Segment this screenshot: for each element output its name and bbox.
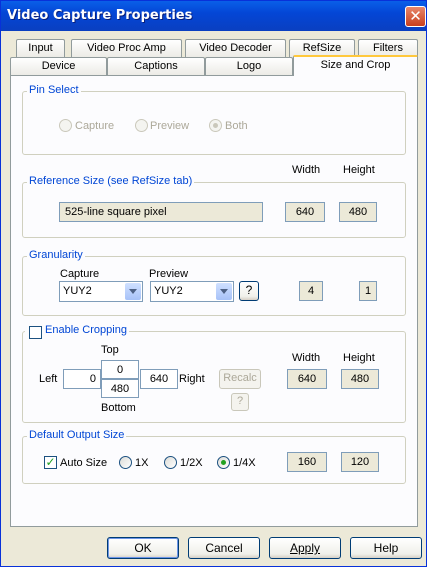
output-half-radio[interactable] [164, 456, 177, 469]
output-height-field: 120 [341, 452, 379, 472]
close-icon: ✕ [409, 7, 422, 25]
apply-button[interactable]: Apply [269, 537, 341, 559]
granularity-help-button[interactable]: ? [239, 281, 259, 301]
reference-height-field: 480 [339, 202, 377, 222]
crop-top-label: Top [101, 344, 119, 356]
reference-size-label: Reference Size (see RefSize tab) [27, 175, 195, 187]
chevron-down-icon [125, 283, 141, 300]
crop-left-field[interactable]: 0 [63, 369, 101, 389]
auto-size-label: Auto Size [60, 457, 108, 469]
crop-width-field: 640 [287, 369, 327, 389]
pin-preview-radio[interactable] [135, 119, 148, 132]
crop-left-label: Left [39, 373, 58, 385]
crop-right-label: Right [179, 373, 205, 385]
granularity-height-field: 1 [359, 281, 377, 301]
reference-size-group: Reference Size (see RefSize tab) 525-lin… [22, 175, 406, 238]
tab-video-decoder[interactable]: Video Decoder [185, 39, 286, 57]
pin-select-group: Pin Select Capture Preview Both [22, 84, 406, 155]
crop-top-field[interactable]: 0 [101, 360, 139, 379]
recalc-button[interactable]: Recalc [219, 369, 261, 389]
close-button[interactable]: ✕ [405, 6, 426, 27]
default-output-size-group: Default Output Size ✓ Auto Size 1X 1/2X … [22, 429, 406, 484]
output-quarter-label: 1/4X [233, 457, 256, 469]
help-button[interactable]: Help [350, 537, 422, 559]
crop-help-button[interactable]: ? [231, 393, 249, 411]
tab-input[interactable]: Input [16, 39, 65, 57]
reference-format-field: 525-line square pixel [59, 202, 263, 222]
chevron-down-icon [216, 283, 232, 300]
pin-preview-label: Preview [150, 120, 190, 132]
pin-select-label: Pin Select [27, 84, 81, 96]
pin-both-label: Both [225, 120, 248, 132]
crop-height-field: 480 [341, 369, 379, 389]
tab-panel: Pin Select Capture Preview Both Width He… [10, 75, 418, 527]
pin-both-radio[interactable] [209, 119, 222, 132]
granularity-label: Granularity [27, 249, 85, 261]
tab-captions[interactable]: Captions [107, 57, 205, 75]
reference-height-header: Height [343, 164, 375, 176]
pin-capture-label: Capture [75, 120, 115, 132]
reference-width-field: 640 [285, 202, 325, 222]
granularity-width-field: 4 [299, 281, 323, 301]
tab-logo[interactable]: Logo [205, 57, 293, 75]
pin-capture-radio[interactable] [59, 119, 72, 132]
auto-size-checkbox[interactable]: ✓ [44, 456, 57, 469]
radio-selected-dot [213, 123, 218, 128]
preview-format-select[interactable]: YUY2 [150, 281, 234, 302]
granularity-group: Granularity Capture Preview YUY2 YUY2 ? … [22, 249, 406, 316]
output-half-label: 1/2X [180, 457, 203, 469]
radio-selected-dot [221, 460, 226, 465]
window-title: Video Capture Properties [7, 8, 193, 23]
crop-height-header: Height [343, 352, 375, 364]
crop-bottom-field[interactable]: 480 [101, 379, 139, 398]
output-width-field: 160 [287, 452, 327, 472]
title-bar[interactable]: Video Capture Properties ✕ [1, 1, 426, 31]
default-output-size-label: Default Output Size [27, 429, 127, 441]
tab-device[interactable]: Device [10, 57, 107, 75]
capture-format-select[interactable]: YUY2 [59, 281, 143, 302]
cancel-button[interactable]: Cancel [188, 537, 260, 559]
capture-format-value: YUY2 [63, 285, 92, 297]
reference-width-header: Width [292, 164, 321, 176]
crop-width-header: Width [292, 352, 321, 364]
output-quarter-radio[interactable] [217, 456, 230, 469]
preview-format-value: YUY2 [154, 285, 183, 297]
granularity-capture-label: Capture [60, 268, 100, 280]
output-1x-label: 1X [135, 457, 149, 469]
ok-button[interactable]: OK [107, 537, 179, 559]
enable-cropping-checkbox[interactable] [29, 326, 42, 339]
properties-dialog: Video Capture Properties ✕ Input Video P… [0, 0, 427, 567]
output-1x-radio[interactable] [119, 456, 132, 469]
tab-size-and-crop[interactable]: Size and Crop [293, 55, 418, 76]
crop-bottom-label: Bottom [101, 402, 136, 414]
cropping-group: Enable Cropping Top Width Height Left 0 … [22, 324, 406, 423]
granularity-preview-label: Preview [149, 268, 189, 280]
tab-video-proc-amp[interactable]: Video Proc Amp [71, 39, 182, 57]
crop-right-field[interactable]: 640 [140, 369, 178, 389]
